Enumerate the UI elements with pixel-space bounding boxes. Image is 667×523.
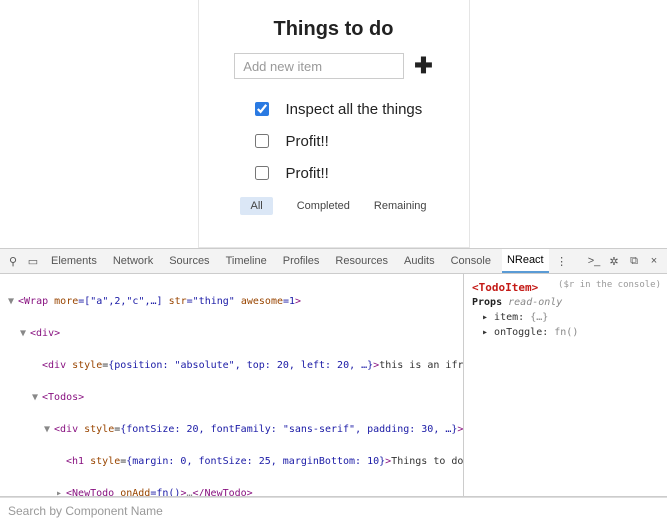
app-title: Things to do [223,18,445,41]
tab-console[interactable]: Console [446,249,496,273]
tab-audits[interactable]: Audits [399,249,440,273]
todo-row: Profit!! [223,125,445,157]
devtools-tabbar: ⚲ ▭ Elements Network Sources Timeline Pr… [0,248,667,274]
tab-sources[interactable]: Sources [164,249,214,273]
todo-checkbox[interactable] [255,134,269,148]
device-icon[interactable]: ▭ [26,255,40,268]
todo-label: Profit!! [286,165,329,182]
todo-card: Things to do ✚ Inspect all the things Pr… [198,0,470,248]
dock-icon[interactable]: ⧉ [627,255,641,268]
filter-remaining[interactable]: Remaining [374,197,427,215]
prop-row[interactable]: ▸ onToggle: fn() [472,325,659,340]
prop-row[interactable]: ▸ item: {…} [472,310,659,325]
todo-row: Inspect all the things [223,93,445,125]
console-hint: ($r in the console) [558,278,661,293]
tab-timeline[interactable]: Timeline [221,249,272,273]
todo-label: Inspect all the things [286,101,423,118]
app-preview: Things to do ✚ Inspect all the things Pr… [0,0,667,248]
props-panel: ($r in the console) <TodoItem> Props rea… [463,274,667,496]
todo-row: Profit!! [223,157,445,189]
props-header: Props [472,297,502,308]
console-icon[interactable]: >_ [587,255,601,267]
tab-nreact[interactable]: NReact [502,249,549,273]
tab-network[interactable]: Network [108,249,158,273]
todo-checkbox[interactable] [255,102,269,116]
component-search[interactable]: Search by Component Name [0,497,667,523]
tab-resources[interactable]: Resources [330,249,393,273]
settings-icon[interactable]: ✲ [607,255,621,268]
new-todo-input[interactable] [234,53,404,79]
close-icon[interactable]: × [647,255,661,267]
more-icon[interactable]: ⋮ [555,255,569,268]
tab-profiles[interactable]: Profiles [278,249,325,273]
component-tree[interactable]: ▼<Wrap more=["a",2,"c",…] str="thing" aw… [0,274,463,496]
tab-elements[interactable]: Elements [46,249,102,273]
filter-all[interactable]: All [240,197,272,215]
todo-label: Profit!! [286,133,329,150]
filter-completed[interactable]: Completed [297,197,350,215]
todo-checkbox[interactable] [255,166,269,180]
search-icon[interactable]: ⚲ [6,255,20,268]
add-icon[interactable]: ✚ [414,55,432,77]
